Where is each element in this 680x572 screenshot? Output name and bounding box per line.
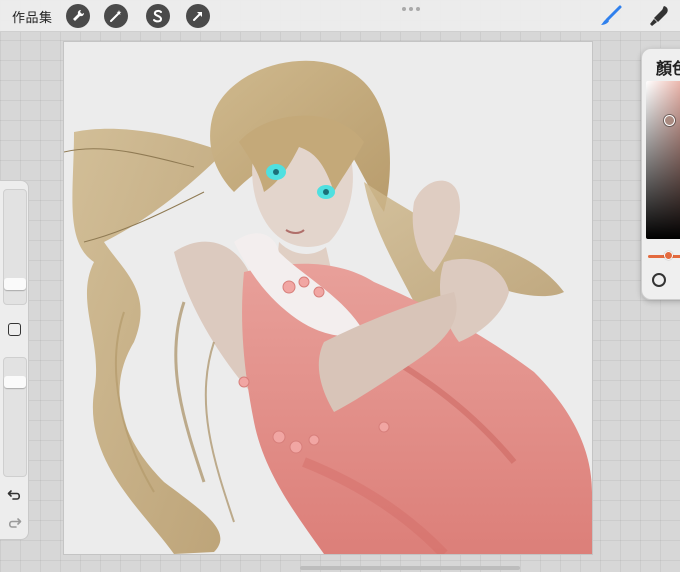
color-panel: 顏色 xyxy=(641,48,680,300)
gallery-button[interactable]: 作品集 xyxy=(12,7,53,26)
color-panel-title: 顏色 xyxy=(656,59,680,78)
actions-wrench-button[interactable] xyxy=(66,4,90,28)
modify-button[interactable] xyxy=(8,323,21,336)
secondary-color-circle[interactable] xyxy=(652,273,666,287)
wrench-icon xyxy=(73,9,85,21)
hue-slider-handle[interactable] xyxy=(664,251,673,260)
brush-size-handle[interactable] xyxy=(4,278,26,290)
smudge-icon xyxy=(650,6,668,26)
adjustments-button[interactable] xyxy=(104,4,128,28)
magic-wand-icon xyxy=(110,10,122,22)
selection-s-icon xyxy=(153,9,163,23)
top-toolbar: 作品集 xyxy=(0,0,680,32)
undo-icon[interactable] xyxy=(7,487,22,502)
brush-icon xyxy=(601,5,622,25)
home-indicator xyxy=(300,566,520,570)
illustration xyxy=(64,60,592,554)
left-sidebar xyxy=(0,180,29,540)
brush-size-slider[interactable] xyxy=(3,189,27,305)
hair-left xyxy=(72,128,224,554)
brush-tool-button[interactable] xyxy=(598,4,624,28)
redo-icon[interactable] xyxy=(7,515,22,530)
opacity-slider[interactable] xyxy=(3,357,27,477)
selection-button[interactable] xyxy=(146,4,170,28)
drag-handle-dots[interactable] xyxy=(402,7,420,11)
color-picker-handle[interactable] xyxy=(664,115,675,126)
opacity-handle[interactable] xyxy=(4,376,26,388)
drawing-canvas[interactable] xyxy=(64,42,592,554)
arrow-cursor-icon xyxy=(193,12,202,21)
transform-button[interactable] xyxy=(186,4,210,28)
smudge-tool-button[interactable] xyxy=(646,4,672,28)
color-saturation-field[interactable] xyxy=(646,81,680,239)
